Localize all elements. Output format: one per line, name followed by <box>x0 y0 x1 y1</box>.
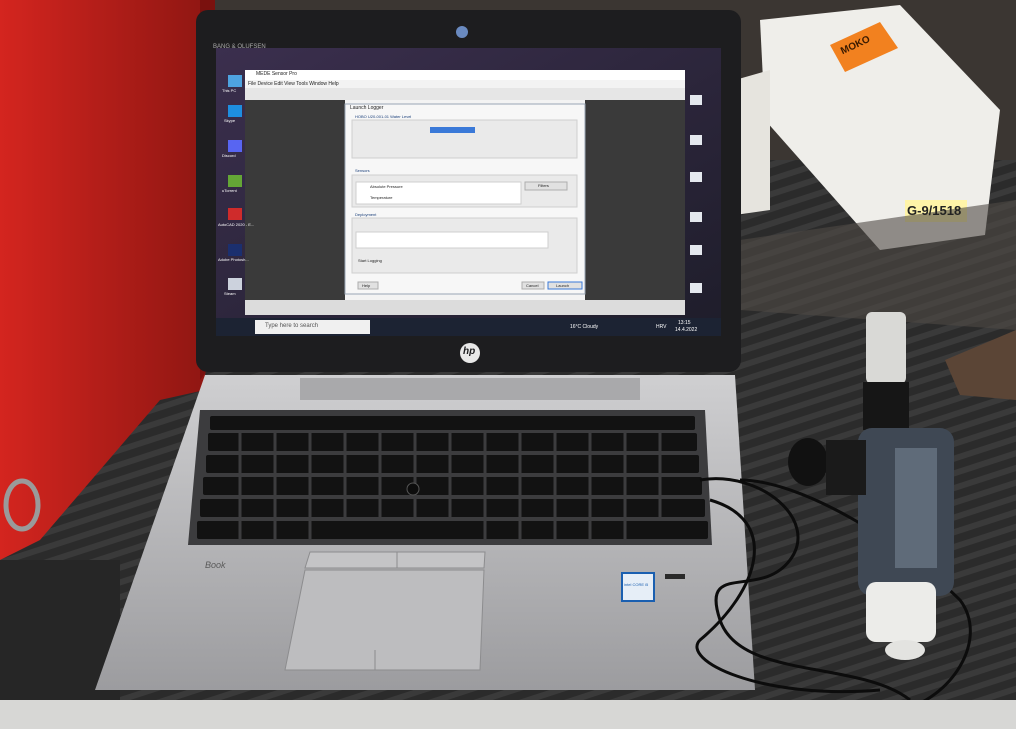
dialog-section-device <box>351 119 578 159</box>
logger-clamp <box>826 440 866 495</box>
logger-black-collar <box>863 382 909 430</box>
taskbar-weather: 16°C Cloudy <box>570 324 599 330</box>
desktop-icon-label-2[interactable]: Discord <box>222 153 236 158</box>
desktop-icon-label-4[interactable]: AutoCAD 2020 - E... <box>218 222 254 227</box>
laptop-model: Book <box>205 560 226 570</box>
taskbar-clock: 13:15 <box>678 320 691 326</box>
app-dark-right-pane <box>585 100 685 300</box>
dialog-title: Launch Logger <box>350 105 384 111</box>
dialog-sensor-1[interactable]: Absolute Pressure <box>370 184 403 189</box>
logger-cap-end <box>885 640 925 660</box>
dialog-name-field[interactable] <box>430 127 475 133</box>
app-menu[interactable]: File Device Edit View Tools Window Help <box>248 81 339 87</box>
logger-white-cap <box>866 582 936 642</box>
hinge-vent <box>300 378 640 400</box>
app-status-bar <box>245 300 685 315</box>
hp-logo: hp <box>463 346 476 357</box>
desktop-icon-label-6[interactable]: Steam <box>224 291 236 296</box>
app-titlebar <box>245 70 685 80</box>
dialog-device-heading: HOBO U20-001-01 Water Level <box>355 114 412 119</box>
touchpad[interactable] <box>284 569 485 671</box>
dialog-cancel-label[interactable]: Cancel <box>526 283 538 288</box>
touchpad-buttons[interactable] <box>304 551 486 569</box>
taskbar-lang: HRV <box>656 324 667 330</box>
taskbar-date: 14.4.2022 <box>675 327 698 333</box>
dialog-logging-list <box>355 231 549 249</box>
desktop-icon-label-3[interactable]: uTorrent <box>222 188 237 193</box>
desktop-icon-label-5[interactable]: Adobe Photosh... <box>218 257 249 262</box>
desktop-icon-label-0[interactable]: This PC <box>222 88 236 93</box>
app-window-title: MEDE Sensor Pro <box>256 71 297 77</box>
dialog-filters-label[interactable]: Filters <box>538 183 549 188</box>
dialog-help-label[interactable]: Help <box>362 283 370 288</box>
dialog-sensors-heading: Sensors <box>355 168 370 173</box>
taskbar-search-text[interactable]: Type here to search <box>265 323 318 329</box>
photo: BANG & OLUFSEN hp Book intel CORE i5 G-9… <box>0 0 1016 729</box>
intel-sticker <box>621 572 655 602</box>
dialog-start-logging: Start Logging <box>358 258 382 263</box>
box-label: G-9/1518 <box>907 203 962 218</box>
dialog-sensor-2[interactable]: Temperature <box>370 195 392 200</box>
bezel-brand: BANG & OLUFSEN <box>213 44 266 50</box>
desktop-icon-label-1[interactable]: Skype <box>224 118 235 123</box>
app-toolbar <box>245 88 685 100</box>
dialog-launch-label[interactable]: Launch <box>556 283 569 288</box>
trackpoint[interactable] <box>406 482 420 496</box>
app-dark-left-pane <box>245 100 345 300</box>
dialog-deployment-heading: Deployment <box>355 212 377 217</box>
webcam <box>456 26 468 38</box>
photo-scene <box>0 0 1016 729</box>
floor-strip <box>0 700 1016 729</box>
logger-white-tube <box>866 312 906 384</box>
coupler-plug <box>788 438 828 486</box>
logger-label-band <box>895 448 937 568</box>
intel-sticker-text: intel CORE i5 <box>624 582 649 587</box>
fingerprint-reader <box>665 574 685 579</box>
